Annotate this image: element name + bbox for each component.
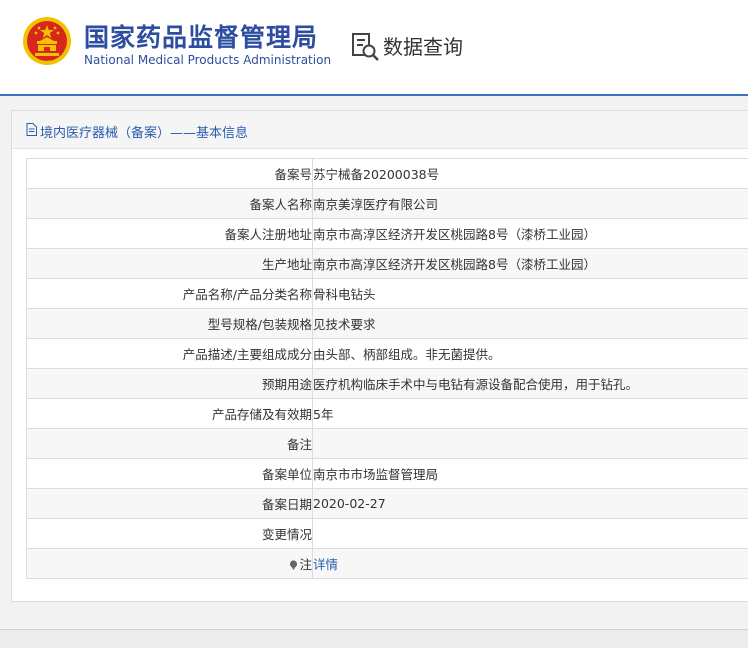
table-row: 型号规格/包装规格 见技术要求 <box>26 308 748 339</box>
field-value: 由头部、柄部组成。非无菌提供。 <box>312 338 748 369</box>
info-panel: 境内医疗器械（备案）——基本信息 备案号 苏宁械备20200038号 备案人名称… <box>11 110 748 602</box>
field-label: 变更情况 <box>26 518 313 549</box>
table-row: 备案人名称 南京美淳医疗有限公司 <box>26 188 748 219</box>
table-row: 预期用途 医疗机构临床手术中与电钻有源设备配合使用，用于钻孔。 <box>26 368 748 399</box>
site-header: 国家药品监督管理局 National Medical Products Admi… <box>0 0 748 94</box>
field-label-note: 注 <box>26 548 313 579</box>
pin-icon <box>290 560 298 570</box>
table-row: 注 详情 <box>26 548 748 579</box>
field-value: 5年 <box>312 398 748 429</box>
table-row: 备注 <box>26 428 748 459</box>
table-row: 备案人注册地址 南京市高淳区经济开发区桃园路8号（漆桥工业园） <box>26 218 748 249</box>
query-title: 数据查询 <box>383 35 463 59</box>
org-name-cn: 国家药品监督管理局 <box>84 23 319 52</box>
document-icon <box>26 123 37 136</box>
panel-title: 境内医疗器械（备案）——基本信息 <box>40 126 249 141</box>
field-label: 型号规格/包装规格 <box>26 308 313 339</box>
field-label: 备案日期 <box>26 488 313 519</box>
header-divider <box>0 94 748 96</box>
field-label: 生产地址 <box>26 248 313 279</box>
field-value: 详情 <box>312 548 748 579</box>
field-label: 产品描述/主要组成成分 <box>26 338 313 369</box>
field-label: 备案号 <box>26 158 313 189</box>
table-row: 备案号 苏宁械备20200038号 <box>26 158 748 189</box>
field-value: 苏宁械备20200038号 <box>312 158 748 189</box>
info-table: 备案号 苏宁械备20200038号 备案人名称 南京美淳医疗有限公司 备案人注册… <box>26 158 748 579</box>
field-value: 南京美淳医疗有限公司 <box>312 188 748 219</box>
table-row: 产品描述/主要组成成分 由头部、柄部组成。非无菌提供。 <box>26 338 748 369</box>
field-value: 医疗机构临床手术中与电钻有源设备配合使用，用于钻孔。 <box>312 368 748 399</box>
field-label: 产品存储及有效期 <box>26 398 313 429</box>
field-label: 产品名称/产品分类名称 <box>26 278 313 309</box>
note-label: 注 <box>299 557 312 572</box>
field-value <box>312 518 748 549</box>
table-row: 变更情况 <box>26 518 748 549</box>
field-label: 备案人注册地址 <box>26 218 313 249</box>
panel-header: 境内医疗器械（备案）——基本信息 <box>12 111 748 149</box>
table-row: 生产地址 南京市高淳区经济开发区桃园路8号（漆桥工业园） <box>26 248 748 279</box>
table-row: 产品名称/产品分类名称 骨科电钻头 <box>26 278 748 309</box>
field-label: 预期用途 <box>26 368 313 399</box>
field-value: 南京市高淳区经济开发区桃园路8号（漆桥工业园） <box>312 218 748 249</box>
table-row: 产品存储及有效期 5年 <box>26 398 748 429</box>
page-footer <box>0 630 748 648</box>
field-value: 南京市市场监督管理局 <box>312 458 748 489</box>
national-emblem-icon <box>23 17 71 65</box>
field-value <box>312 428 748 459</box>
details-link[interactable]: 详情 <box>314 557 339 572</box>
field-value: 南京市高淳区经济开发区桃园路8号（漆桥工业园） <box>312 248 748 279</box>
table-row: 备案单位 南京市市场监督管理局 <box>26 458 748 489</box>
field-label: 备注 <box>26 428 313 459</box>
field-value: 见技术要求 <box>312 308 748 339</box>
field-label: 备案人名称 <box>26 188 313 219</box>
org-name-en: National Medical Products Administration <box>84 53 332 67</box>
field-value: 骨科电钻头 <box>312 278 748 309</box>
field-label: 备案单位 <box>26 458 313 489</box>
table-row: 备案日期 2020-02-27 <box>26 488 748 519</box>
data-query-icon <box>352 33 379 61</box>
field-value: 2020-02-27 <box>312 488 748 519</box>
